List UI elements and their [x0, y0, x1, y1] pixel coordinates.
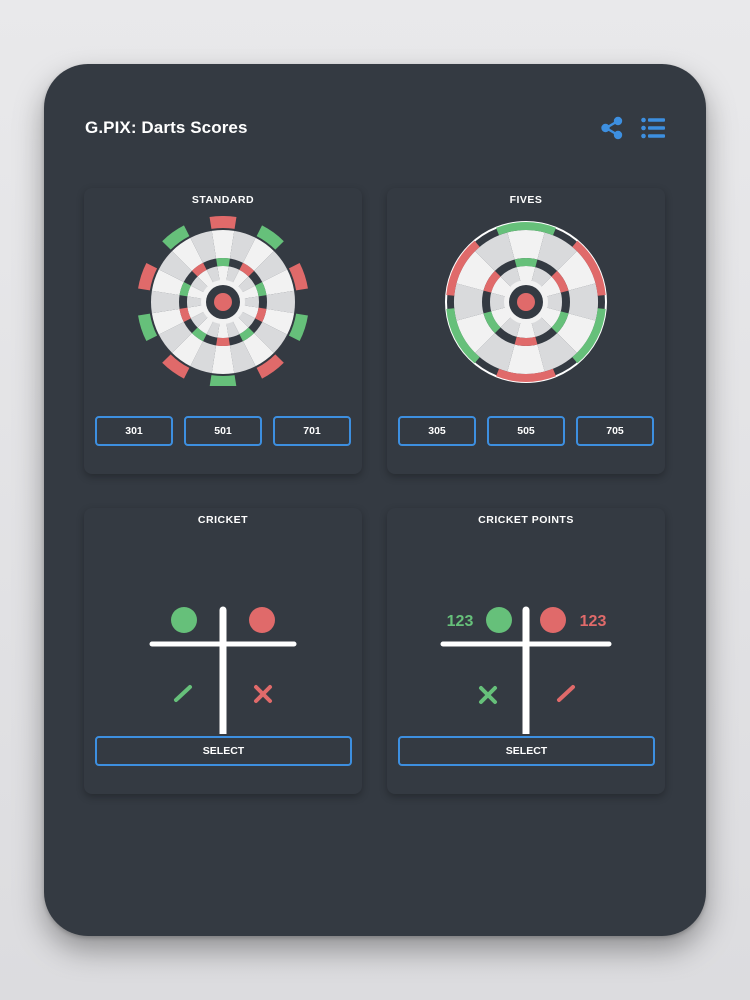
fives-card: FIVES 305 505 705: [387, 188, 665, 474]
single-mark-icon: [557, 685, 575, 702]
standard-options: 301 501 701: [95, 416, 352, 446]
right-score: 123: [580, 613, 607, 630]
game-305-button[interactable]: 305: [398, 416, 476, 446]
standard-dartboard-icon: [138, 216, 308, 386]
player-two-marker-icon: [249, 607, 275, 633]
list-menu-icon[interactable]: [639, 114, 667, 142]
game-501-button[interactable]: 501: [184, 416, 262, 446]
double-mark-icon: [254, 685, 272, 703]
tablet-frame: G.PIX: Darts Scores STANDARD 301 501 701…: [44, 64, 706, 936]
cricket-card: CRICKET SELECT: [84, 508, 362, 794]
cricket-select-button[interactable]: SELECT: [95, 736, 352, 766]
cricket-points-card-title: CRICKET POINTS: [478, 514, 574, 526]
standard-card-title: STANDARD: [191, 194, 255, 206]
cricket-points-scoreboard-icon: 123 123: [440, 606, 612, 734]
share-icon[interactable]: [598, 114, 626, 142]
game-705-button[interactable]: 705: [576, 416, 654, 446]
single-mark-icon: [174, 685, 192, 702]
fives-dartboard-icon: [445, 221, 607, 383]
fives-card-title: FIVES: [509, 194, 543, 206]
app-title: G.PIX: Darts Scores: [85, 118, 248, 137]
double-mark-icon: [479, 686, 497, 704]
game-505-button[interactable]: 505: [487, 416, 565, 446]
left-score: 123: [447, 613, 474, 630]
player-one-marker-icon: [171, 607, 197, 633]
fives-options: 305 505 705: [398, 416, 655, 446]
cricket-points-card: CRICKET POINTS 123 123 SELECT: [387, 508, 665, 794]
cricket-card-title: CRICKET: [197, 514, 249, 526]
cricket-scoreboard-icon: [149, 606, 297, 734]
player-one-marker-icon: [486, 607, 512, 633]
cricket-points-select-button[interactable]: SELECT: [398, 736, 655, 766]
standard-card: STANDARD 301 501 701: [84, 188, 362, 474]
game-301-button[interactable]: 301: [95, 416, 173, 446]
player-two-marker-icon: [540, 607, 566, 633]
game-701-button[interactable]: 701: [273, 416, 351, 446]
